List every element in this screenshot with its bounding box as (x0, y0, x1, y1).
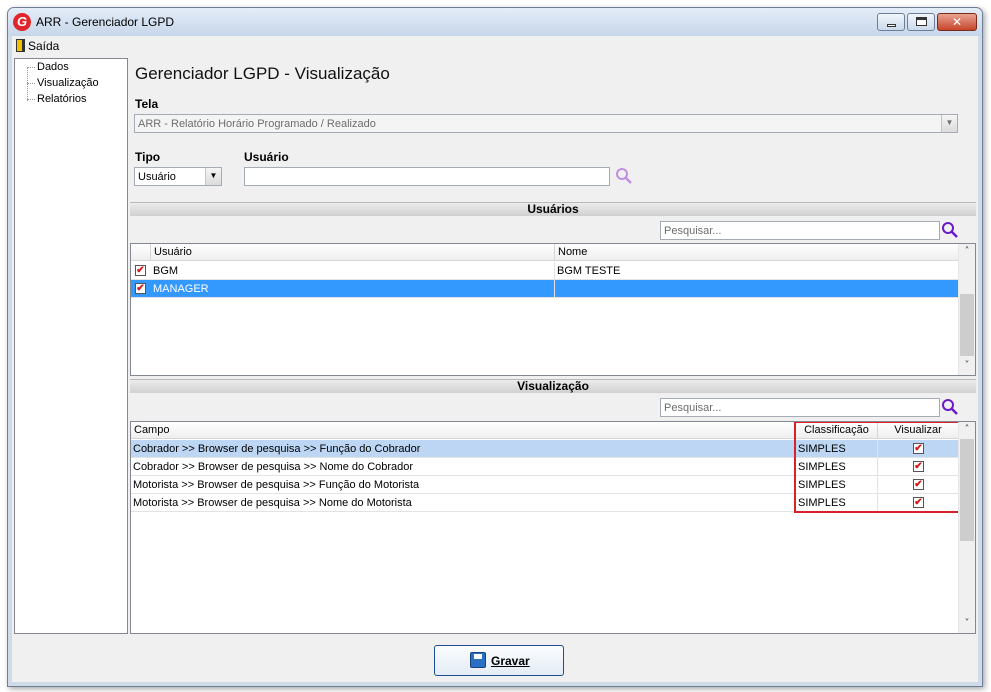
table-row[interactable]: ✔ MANAGER (131, 280, 959, 298)
menu-bar: Saída (12, 36, 978, 55)
tree-connector (27, 83, 35, 84)
usuario-input[interactable] (244, 167, 610, 186)
close-icon: ✕ (951, 15, 963, 29)
chevron-down-icon: ▼ (205, 168, 221, 185)
tree-item-relatorios[interactable]: Relatórios (37, 93, 87, 105)
visualizacao-search-input[interactable]: Pesquisar... (660, 398, 940, 417)
cell-usuario: BGM (151, 262, 555, 280)
scroll-up-icon[interactable]: ˄ (959, 244, 975, 260)
cell-campo: Motorista >> Browser de pesquisa >> Funç… (131, 476, 796, 494)
scroll-up-icon[interactable]: ˄ (959, 422, 975, 438)
visualizar-checkbox[interactable]: ✔ (913, 461, 924, 472)
maximize-icon (916, 17, 927, 26)
tela-select[interactable]: ARR - Relatório Horário Programado / Rea… (134, 114, 958, 133)
search-icon[interactable] (615, 167, 633, 185)
cell-campo: Cobrador >> Browser de pesquisa >> Funçã… (131, 440, 796, 458)
app-window: G ARR - Gerenciador LGPD ✕ Saída Dados V… (7, 7, 983, 687)
usuario-label: Usuário (244, 150, 289, 164)
minimize-button[interactable] (877, 13, 905, 31)
visualizar-checkbox[interactable]: ✔ (913, 443, 924, 454)
tree-connector (27, 99, 35, 100)
title-bar[interactable]: G ARR - Gerenciador LGPD ✕ (8, 8, 982, 36)
table-row[interactable]: Cobrador >> Browser de pesquisa >> Nome … (131, 458, 959, 476)
tree-item-dados[interactable]: Dados (37, 61, 69, 73)
row-checkbox[interactable]: ✔ (135, 283, 146, 294)
column-header-nome[interactable]: Nome (555, 244, 959, 261)
cell-classificacao: SIMPLES (796, 476, 878, 494)
usuarios-grid: Usuário Nome ✔ BGM BGM TESTE ✔ MANAGER ˄… (130, 243, 976, 376)
usuarios-section-header: Usuários (130, 202, 976, 216)
tipo-label: Tipo (135, 150, 161, 164)
cell-campo: Cobrador >> Browser de pesquisa >> Nome … (131, 458, 796, 476)
table-row[interactable]: Motorista >> Browser de pesquisa >> Nome… (131, 494, 959, 512)
scroll-thumb[interactable] (960, 439, 974, 541)
cell-usuario: MANAGER (151, 280, 555, 298)
column-header-classificacao[interactable]: Classificação (796, 422, 878, 439)
table-row[interactable]: Motorista >> Browser de pesquisa >> Funç… (131, 476, 959, 494)
nav-tree: Dados Visualização Relatórios (14, 58, 128, 634)
maximize-button[interactable] (907, 13, 935, 31)
cell-classificacao: SIMPLES (796, 458, 878, 476)
save-button-label: Gravar (491, 654, 530, 668)
close-button[interactable]: ✕ (937, 13, 977, 31)
app-logo-icon: G (13, 13, 31, 31)
save-button[interactable]: Gravar (434, 645, 564, 676)
column-header-usuario[interactable]: Usuário (151, 244, 555, 261)
scroll-thumb[interactable] (960, 294, 974, 356)
usuarios-search-input[interactable]: Pesquisar... (660, 221, 940, 240)
tipo-value: Usuário (138, 171, 176, 183)
visualizacao-grid: Campo Classificação Visualizar Cobrador … (130, 421, 976, 634)
tree-connector (27, 67, 28, 101)
column-header-visualizar[interactable]: Visualizar (878, 422, 959, 439)
tree-connector (27, 67, 35, 68)
cell-classificacao: SIMPLES (796, 440, 878, 458)
column-header-campo[interactable]: Campo (131, 422, 796, 439)
page-title: Gerenciador LGPD - Visualização (135, 64, 390, 83)
cell-campo: Motorista >> Browser de pesquisa >> Nome… (131, 494, 796, 512)
scroll-down-icon[interactable]: ˅ (959, 616, 975, 632)
window-title: ARR - Gerenciador LGPD (36, 15, 175, 29)
visualizar-checkbox[interactable]: ✔ (913, 479, 924, 490)
tela-value: ARR - Relatório Horário Programado / Rea… (138, 118, 376, 130)
cell-nome: BGM TESTE (555, 262, 959, 280)
chevron-down-icon: ▼ (941, 115, 957, 132)
tela-label: Tela (135, 97, 159, 111)
tipo-select[interactable]: Usuário ▼ (134, 167, 222, 186)
scroll-down-icon[interactable]: ˅ (959, 358, 975, 374)
floppy-disk-icon (470, 652, 486, 668)
search-icon[interactable] (941, 398, 959, 416)
search-icon[interactable] (941, 221, 959, 239)
visualizar-checkbox[interactable]: ✔ (913, 497, 924, 508)
table-row[interactable]: ✔ BGM BGM TESTE (131, 262, 959, 280)
tree-item-visualizacao[interactable]: Visualização (37, 77, 99, 89)
visualizacao-section-header: Visualização (130, 379, 976, 393)
cell-classificacao: SIMPLES (796, 494, 878, 512)
cell-nome (555, 280, 959, 298)
row-checkbox[interactable]: ✔ (135, 265, 146, 276)
client-area: Saída Dados Visualização Relatórios Gere… (12, 36, 978, 682)
table-row[interactable]: Cobrador >> Browser de pesquisa >> Funçã… (131, 440, 959, 458)
exit-door-icon (16, 39, 25, 52)
checkbox-column-header (131, 244, 151, 261)
menu-exit[interactable]: Saída (28, 39, 59, 53)
minimize-icon (887, 24, 896, 27)
usuarios-scrollbar[interactable]: ˄ ˅ (958, 244, 975, 375)
visualizacao-scrollbar[interactable]: ˄ ˅ (958, 422, 975, 633)
